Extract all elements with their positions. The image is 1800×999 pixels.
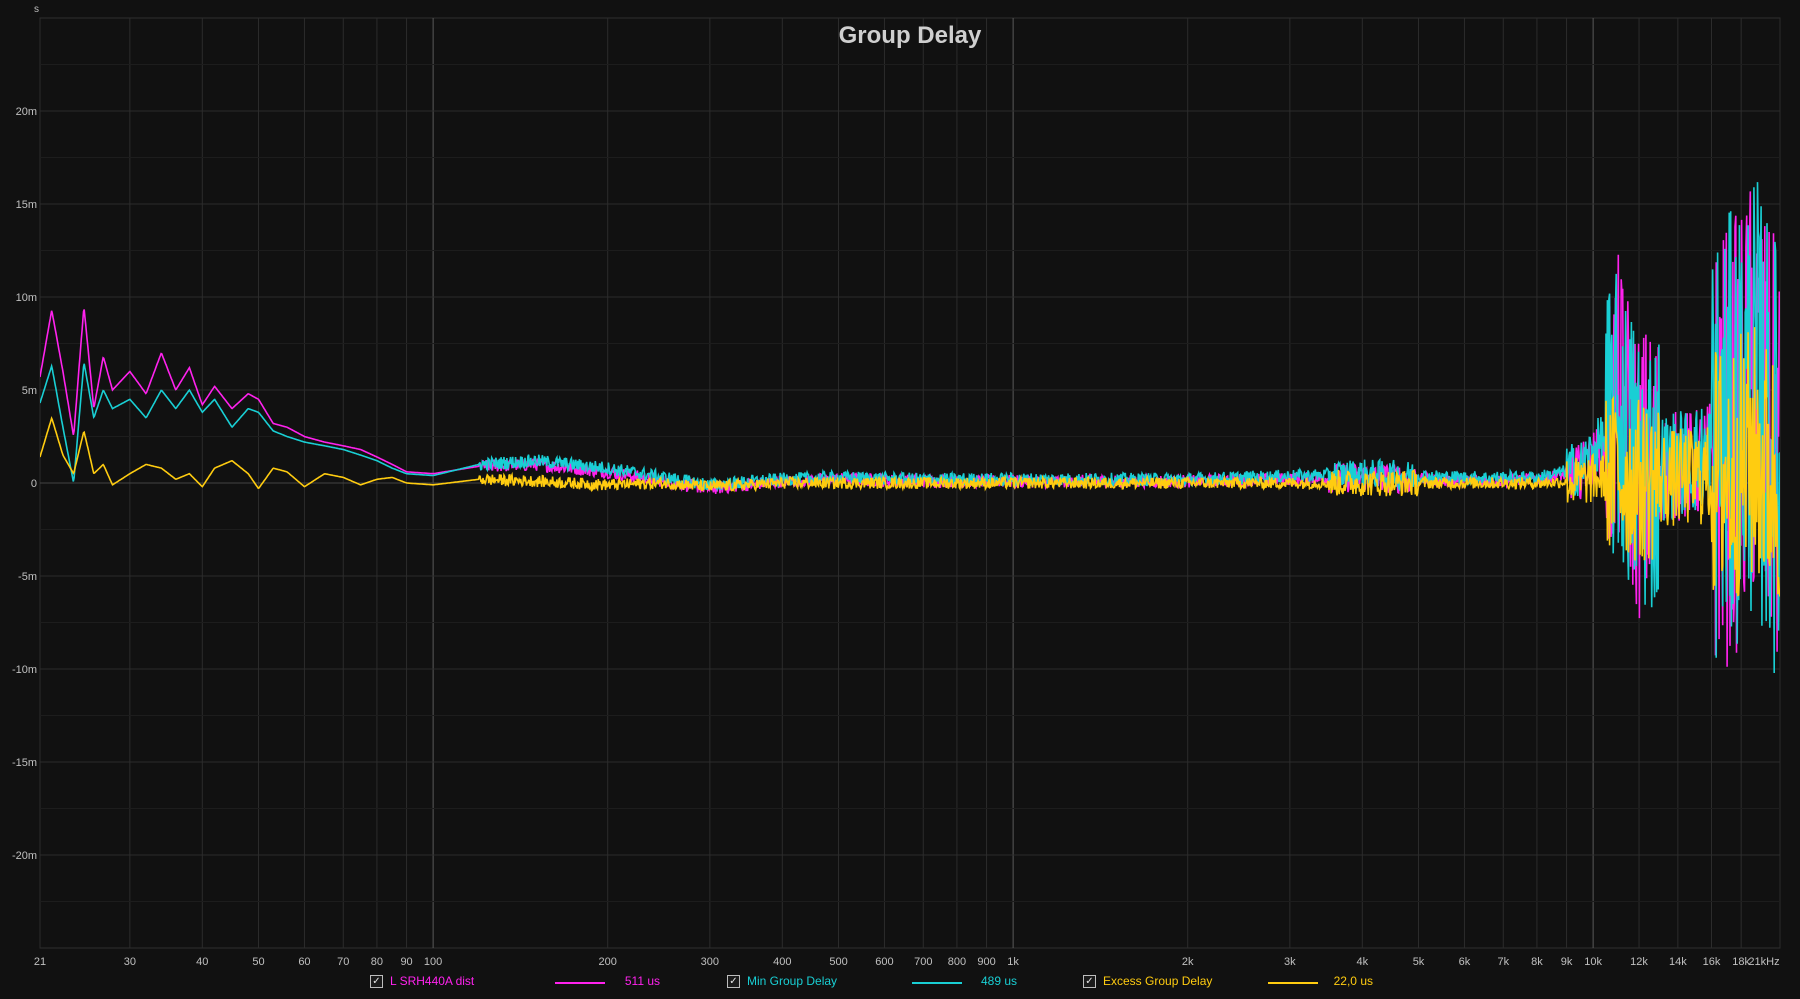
x-tick-label: 800 <box>948 956 966 968</box>
x-tick-label: 7k <box>1497 956 1509 968</box>
legend-label-min-group-delay: Min Group Delay <box>747 974 838 988</box>
legend-value-excess-group-delay: 22,0 us <box>1333 974 1373 988</box>
legend-checkbox-measurement[interactable]: ✓ <box>370 975 383 988</box>
y-tick-label: -20m <box>12 850 37 862</box>
group-delay-chart: 21 30 40 50 60 70 80 90 100 200 300 400 500 600 700 800… <box>0 0 1800 999</box>
x-tick-label: 9k <box>1561 956 1573 968</box>
x-tick-label: 100 <box>424 956 442 968</box>
x-tick-label: 90 <box>400 956 412 968</box>
y-tick-label: 5m <box>22 385 37 397</box>
y-tick-label: 10m <box>16 292 37 304</box>
y-tick-label: -15m <box>12 757 37 769</box>
legend-checkbox-min-group-delay[interactable]: ✓ <box>727 975 740 988</box>
x-tick-label: 1k <box>1007 956 1019 968</box>
x-tick-label: 5k <box>1413 956 1425 968</box>
x-tick-label: 400 <box>773 956 791 968</box>
x-tick-label: 6k <box>1459 956 1471 968</box>
x-tick-label: 14k <box>1669 956 1687 968</box>
x-tick-label: 8k <box>1531 956 1543 968</box>
y-tick-label: -10m <box>12 664 37 676</box>
y-axis-unit-label: s <box>34 4 39 15</box>
y-tick-label: 20m <box>16 106 37 118</box>
x-tick-label: 21 <box>34 956 46 968</box>
y-tick-label: -5m <box>18 571 37 583</box>
x-tick-label: 200 <box>599 956 617 968</box>
x-tick-label: 70 <box>337 956 349 968</box>
x-tick-label: 10k <box>1584 956 1602 968</box>
x-tick-label: 30 <box>124 956 136 968</box>
legend: ✓ L SRH440A dist 511 us ✓ Min Group Dela… <box>0 968 1800 998</box>
legend-value-measurement: 511 us <box>624 974 660 988</box>
y-tick-label: 15m <box>16 199 37 211</box>
x-tick-label: 40 <box>196 956 208 968</box>
x-tick-label: 4k <box>1356 956 1368 968</box>
x-tick-label: 600 <box>875 956 893 968</box>
legend-item-excess-group-delay: ✓ Excess Group Delay 22,0 us <box>1083 972 1413 992</box>
x-tick-label: 300 <box>701 956 719 968</box>
legend-label-excess-group-delay: Excess Group Delay <box>1103 974 1213 988</box>
legend-item-min-group-delay: ✓ Min Group Delay 489 us <box>727 972 1057 992</box>
x-tick-label: 12k <box>1630 956 1648 968</box>
legend-label-measurement: L SRH440A dist <box>390 974 475 988</box>
x-tick-label: 60 <box>298 956 310 968</box>
x-tick-label: 3k <box>1284 956 1296 968</box>
x-tick-label: 700 <box>914 956 932 968</box>
legend-item-measurement: ✓ L SRH440A dist 511 us <box>370 972 700 992</box>
chart-title: Group Delay <box>839 22 982 49</box>
x-tick-label: 2k <box>1182 956 1194 968</box>
x-tick-label: 900 <box>977 956 995 968</box>
legend-value-min-group-delay: 489 us <box>980 974 1017 988</box>
legend-checkbox-excess-group-delay[interactable]: ✓ <box>1083 975 1096 988</box>
y-tick-label: 0 <box>31 478 37 490</box>
x-tick-label: 50 <box>252 956 264 968</box>
x-tick-label: 80 <box>371 956 383 968</box>
x-tick-label: 500 <box>829 956 847 968</box>
x-tick-label: 21kHz <box>1748 956 1779 968</box>
x-tick-label: 16k <box>1703 956 1721 968</box>
